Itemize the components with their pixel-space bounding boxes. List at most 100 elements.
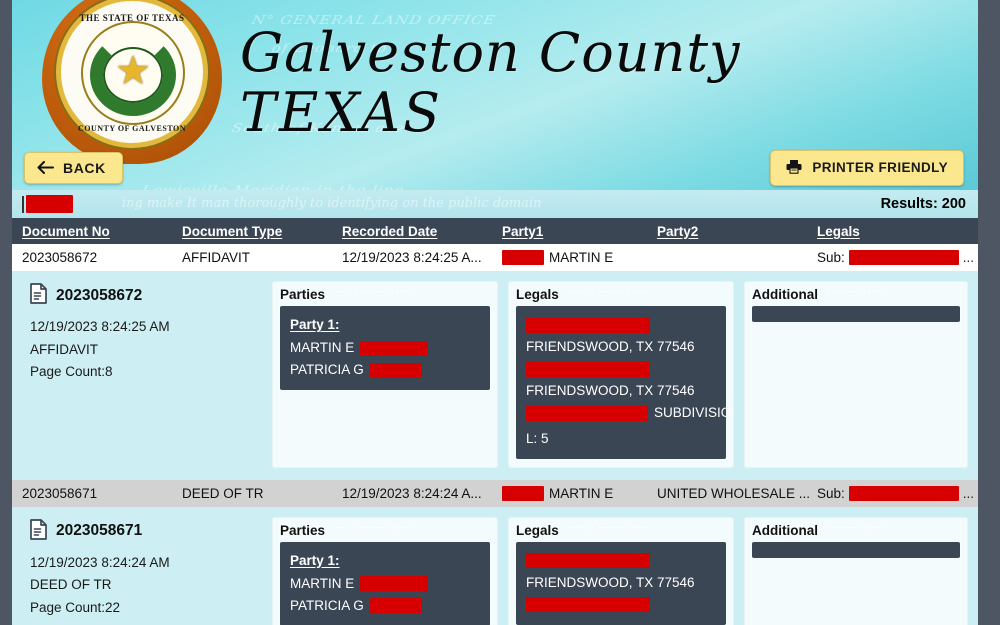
additional-card-body [752,541,960,558]
printer-friendly-button[interactable]: PRINTER FRIENDLY [770,150,964,186]
party-name-row: MARTIN E [290,573,429,595]
detail-timestamp: 12/19/2023 8:24:24 AM [30,554,170,570]
party-name: PATRICIA G [290,597,364,613]
redacted-legal-line [526,597,650,613]
site-header: N° GENERAL LAND OFFICE of Leonard to Sou… [12,0,978,190]
column-header-document-no[interactable]: Document No [22,224,182,239]
detail-doc-no: 2023058671 [56,522,143,539]
document-icon [30,283,47,308]
detail-doc-type: AFFIDAVIT [30,341,99,357]
additional-card-body [752,306,960,322]
party-name: MARTIN E [290,575,355,591]
additional-card-title: Additional [752,287,818,302]
page-title: Galveston County TEXAS [240,22,741,142]
column-header-party1[interactable]: Party1 [502,224,657,239]
results-bar: ing make It man thoroughly to identifyin… [12,190,978,218]
legals-card-body: FRIENDSWOOD, TX 77546 [516,541,726,625]
arrow-left-icon [37,160,54,176]
redacted-legal-line [526,405,648,421]
column-header-recorded-date[interactable]: Recorded Date [342,224,502,239]
cell-legals-prefix: Sub: [817,485,845,501]
parties-card: — ›› —— ‹‹— Parties Party 1: MARTIN E PA… [272,281,498,468]
detail-page-count: Page Count:22 [30,599,121,615]
cell-party1: MARTIN E [502,250,657,265]
legals-line: FRIENDSWOOD, TX 77546 [526,574,695,590]
redacted-legals [848,250,959,265]
document-icon [30,518,47,544]
printer-friendly-label: PRINTER FRIENDLY [812,160,948,176]
party-name-row: MARTIN E [290,337,429,359]
results-script-background: ing make It man thoroughly to identifyin… [122,196,542,211]
legals-subdivision: SUBDIVISION [654,405,734,420]
table-row[interactable]: 2023058672 AFFIDAVIT 12/19/2023 8:24:25 … [12,244,978,271]
legals-line: SUBDIVISION [526,402,734,424]
column-header-legals[interactable]: Legals [817,224,978,239]
cell-recorded-date: 12/19/2023 8:24:25 A... [342,250,482,265]
cell-party2: UNITED WHOLESALE ... [657,485,811,501]
legals-card-title: Legals [516,287,559,302]
table-row[interactable]: 2023058671 DEED OF TR 12/19/2023 8:24:24… [12,479,978,507]
legals-card-body: FRIENDSWOOD, TX 77546 FRIENDSWOOD, TX 77… [516,306,733,459]
additional-card: — ›› —— ‹‹— Additional [744,281,968,468]
redacted-party-surname [360,340,429,356]
party-name: PATRICIA G [290,362,364,377]
party-name: MARTIN E [290,340,355,355]
redacted-legals [848,485,959,501]
parties-card-title: Parties [280,287,326,302]
detail-doc-no: 2023058672 [56,286,143,304]
table-header-row: Document No Document Type Recorded Date … [12,218,978,244]
redacted-party1-surname [502,485,544,501]
cell-document-no: 2023058672 [22,250,98,265]
title-county: Galveston County [240,21,741,84]
cell-party1-text: MARTIN E [549,250,614,265]
cell-party1: MARTIN E [502,485,657,501]
redacted-search-term [26,195,73,213]
seal-inner-circle [81,21,185,125]
text-cursor-icon [22,195,24,213]
party-name-row: PATRICIA G [290,595,422,617]
seal-disc: THE STATE OF TEXAS COUNTY OF GALVESTON [56,0,208,148]
title-state: TEXAS [240,81,443,144]
back-button-label: BACK [63,160,106,176]
cell-document-type: DEED OF TR [182,485,264,501]
legals-line [526,314,716,336]
seal-bottom-text: COUNTY OF GALVESTON [77,124,187,133]
additional-card-title: Additional [752,522,818,538]
cell-legals-ellipsis: ... [962,485,975,501]
redacted-party-surname [369,362,422,378]
cell-document-no: 2023058671 [22,485,98,501]
cell-document-type: AFFIDAVIT [182,250,251,265]
legals-line: FRIENDSWOOD, TX 77546 [526,383,695,398]
column-header-party2[interactable]: Party2 [657,224,817,239]
legals-line: FRIENDSWOOD, TX 77546 [526,339,695,354]
cell-legals-ellipsis: ... [962,250,975,265]
search-term-field[interactable] [22,195,73,213]
redacted-legal-line [526,317,650,333]
cell-recorded-date: 12/19/2023 8:24:24 A... [342,485,482,501]
redacted-party-surname [369,598,422,613]
redacted-party1-surname [502,250,544,265]
page-root: N° GENERAL LAND OFFICE of Leonard to Sou… [12,0,978,625]
results-table: Document No Document Type Recorded Date … [12,218,978,625]
detail-doc-heading: 2023058672 [30,283,262,308]
legals-card: — ›› —— ‹‹— Legals FRIENDSWOOD, TX 77546… [508,281,734,468]
additional-card: — ›› —— ‹‹— Additional [744,516,968,625]
detail-summary: 2023058672 12/19/2023 8:24:25 AM AFFIDAV… [30,281,262,468]
redacted-party-surname [360,576,429,591]
legals-card: — ›› —— ‹‹— Legals FRIENDSWOOD, TX 77546 [508,516,734,625]
detail-page-count: Page Count:8 [30,364,113,379]
printer-icon [786,159,802,177]
back-button[interactable]: BACK [24,152,123,184]
party-name-row: PATRICIA G [290,359,422,381]
row-detail-panel: 2023058672 12/19/2023 8:24:25 AM AFFIDAV… [12,271,978,480]
parties-card-title: Parties [280,522,326,538]
party-label: Party 1: [290,552,340,568]
detail-timestamp: 12/19/2023 8:24:25 AM [30,319,170,334]
parties-card-body: Party 1: MARTIN E PATRICIA G [280,306,490,390]
row-detail-panel: 2023058671 12/19/2023 8:24:24 AM DEED OF… [12,506,978,625]
detail-doc-type: DEED OF TR [30,577,112,592]
cell-legals: Sub: ... [817,250,978,265]
column-header-document-type[interactable]: Document Type [182,224,342,239]
cell-legals-prefix: Sub: [817,250,845,265]
cell-party1-text: MARTIN E [549,485,614,501]
